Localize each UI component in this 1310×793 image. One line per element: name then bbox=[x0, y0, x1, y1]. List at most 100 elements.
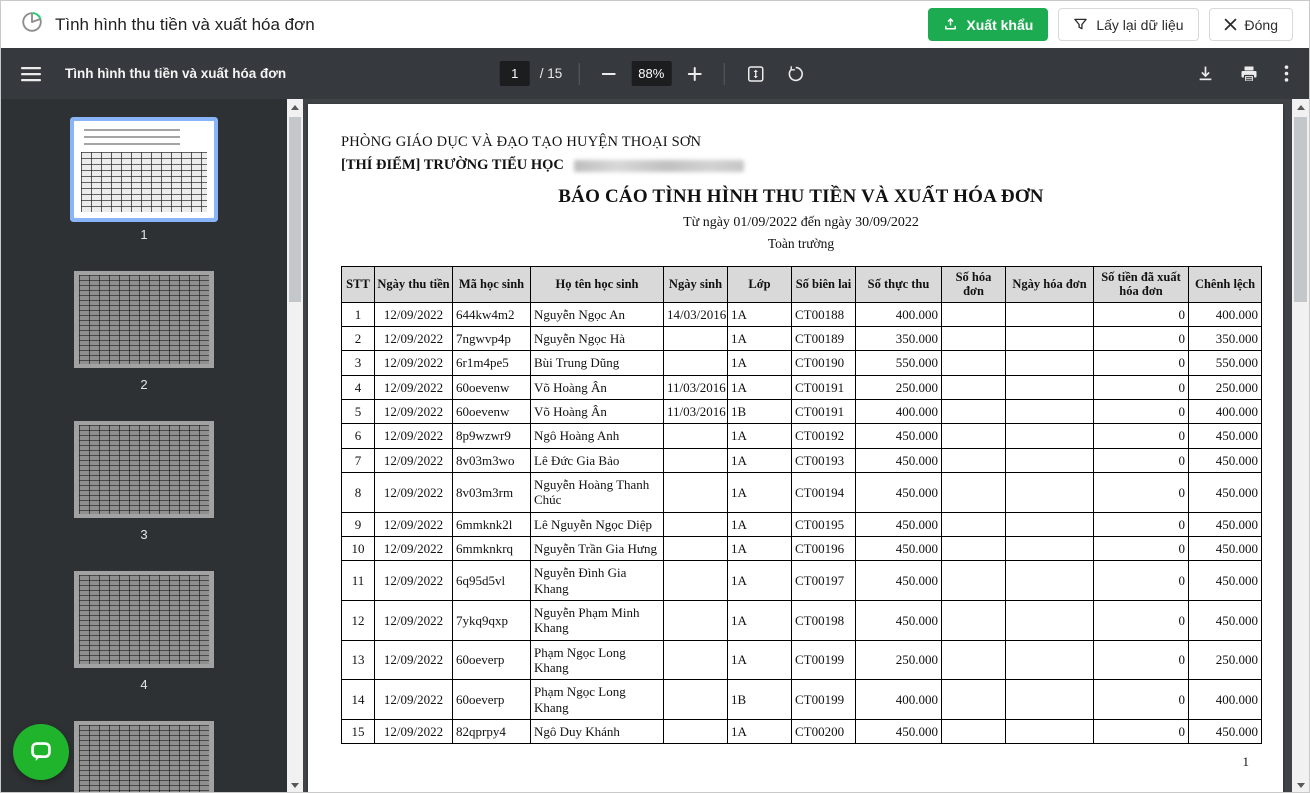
page-thumbnail[interactable] bbox=[74, 421, 214, 518]
table-cell: 250.000 bbox=[855, 639, 942, 681]
table-cell bbox=[663, 447, 728, 474]
column-header: Lớp bbox=[727, 266, 792, 303]
table-cell: Nguyễn Ngọc An bbox=[530, 301, 664, 328]
table-cell: 0 bbox=[1093, 326, 1189, 352]
table-cell: CT00190 bbox=[791, 350, 856, 376]
table-cell: 400.000 bbox=[1188, 301, 1262, 328]
app-header: Tình hình thu tiền và xuất hóa đơn Xuất … bbox=[1, 1, 1309, 48]
table-cell: Nguyễn Đình Gia Khang bbox=[530, 560, 664, 602]
table-cell: 12/09/2022 bbox=[374, 560, 453, 602]
pdf-viewport: PHÒNG GIÁO DỤC VÀ ĐẠO TẠO HUYỆN THOẠI SƠ… bbox=[303, 99, 1309, 792]
table-cell bbox=[1005, 399, 1094, 425]
page-thumbnail[interactable] bbox=[74, 271, 214, 368]
report-table-body: 1 12/09/2022 644kw4m2 Nguyễn Ngọc An 14/03/2… bbox=[341, 301, 1262, 745]
thumbnail-list: 1 2 3 4 5 bbox=[1, 99, 287, 792]
table-cell bbox=[941, 536, 1006, 562]
table-cell: 450.000 bbox=[855, 560, 942, 602]
table-cell: 450.000 bbox=[855, 511, 942, 538]
print-icon[interactable] bbox=[1234, 59, 1264, 89]
org-line-2: [THÍ ĐIỂM] TRƯỜNG TIỂU HỌC bbox=[341, 157, 1261, 174]
table-cell: 12/09/2022 bbox=[374, 374, 453, 401]
table-cell: CT00198 bbox=[791, 600, 856, 641]
table-cell: 450.000 bbox=[1188, 447, 1262, 474]
pie-chart-icon bbox=[21, 11, 43, 38]
table-cell bbox=[941, 679, 1006, 720]
table-cell: CT00200 bbox=[791, 718, 856, 745]
thumbnail-item: 2 bbox=[74, 271, 214, 392]
table-cell: 350.000 bbox=[1188, 326, 1262, 352]
table-cell bbox=[1005, 511, 1094, 538]
kebab-menu-icon[interactable] bbox=[1278, 59, 1295, 88]
chat-widget-button[interactable] bbox=[13, 724, 69, 780]
table-cell: 450.000 bbox=[855, 600, 942, 641]
table-cell: 8v03m3wo bbox=[452, 447, 531, 474]
table-cell: 1B bbox=[727, 399, 792, 425]
table-cell: 0 bbox=[1093, 718, 1189, 745]
table-cell: Nguyễn Trần Gia Hưng bbox=[530, 536, 664, 562]
table-cell bbox=[941, 511, 1006, 538]
table-cell: Nguyễn Ngọc Hà bbox=[530, 326, 664, 352]
table-cell: 450.000 bbox=[855, 718, 942, 745]
hamburger-menu-icon[interactable] bbox=[15, 60, 47, 88]
page-number-input[interactable] bbox=[499, 61, 530, 86]
viewer-scrollbar[interactable] bbox=[1292, 99, 1309, 792]
page-thumbnail[interactable] bbox=[74, 571, 214, 668]
page-title: Tình hình thu tiền và xuất hóa đơn bbox=[55, 14, 315, 34]
zoom-in-button[interactable] bbox=[681, 61, 707, 87]
table-cell: 8p9wzwr9 bbox=[452, 423, 531, 449]
table-row: 10 12/09/2022 6mmknkrq Nguyễn Trần Gia Hưng… bbox=[341, 536, 1262, 562]
table-cell: CT00188 bbox=[791, 301, 856, 328]
scroll-up-arrow[interactable] bbox=[287, 99, 303, 116]
table-cell bbox=[1005, 350, 1094, 376]
page-thumbnail[interactable] bbox=[74, 121, 214, 218]
scroll-up-arrow[interactable] bbox=[1292, 99, 1309, 116]
close-button[interactable]: Đóng bbox=[1208, 8, 1293, 41]
export-button-label: Xuất khẩu bbox=[966, 16, 1034, 33]
viewer-scrollbar-thumb[interactable] bbox=[1294, 117, 1307, 302]
download-icon[interactable] bbox=[1191, 59, 1220, 88]
table-cell: 1A bbox=[727, 301, 792, 328]
thumbnail-page-number: 1 bbox=[140, 227, 148, 242]
table-cell bbox=[1005, 560, 1094, 602]
column-header: STT bbox=[341, 266, 375, 303]
scroll-down-arrow[interactable] bbox=[287, 777, 303, 792]
table-cell bbox=[1005, 472, 1094, 513]
table-cell: 8 bbox=[341, 472, 375, 513]
sidebar-scrollbar-thumb[interactable] bbox=[289, 117, 301, 302]
page-thumbnail[interactable] bbox=[74, 721, 214, 792]
export-icon bbox=[943, 17, 958, 32]
table-cell: 5 bbox=[341, 399, 375, 425]
table-cell bbox=[941, 350, 1006, 376]
table-cell: 1A bbox=[727, 536, 792, 562]
table-row: 9 12/09/2022 6mmknk2l Lê Nguyễn Ngọc Diệp 1A… bbox=[341, 511, 1262, 538]
table-cell: 60oeverp bbox=[452, 639, 531, 681]
table-cell: 450.000 bbox=[855, 472, 942, 513]
table-cell: 12/09/2022 bbox=[374, 639, 453, 681]
zoom-out-button[interactable] bbox=[595, 61, 621, 87]
column-header: Chênh lệch bbox=[1188, 266, 1262, 303]
table-cell: 12/09/2022 bbox=[374, 350, 453, 376]
sidebar-scrollbar[interactable] bbox=[287, 99, 303, 792]
table-cell: 250.000 bbox=[1188, 639, 1262, 681]
zoom-level[interactable]: 88% bbox=[631, 61, 672, 86]
table-row: 15 12/09/2022 82qprpy4 Ngô Duy Khánh 1A CT002… bbox=[341, 718, 1262, 745]
table-cell: 450.000 bbox=[1188, 511, 1262, 538]
column-header: Ngày sinh bbox=[663, 266, 728, 303]
table-cell: CT00191 bbox=[791, 374, 856, 401]
reload-data-button[interactable]: Lấy lại dữ liệu bbox=[1058, 8, 1199, 41]
table-cell: CT00199 bbox=[791, 679, 856, 720]
report-table: STT Ngày thu tiền Mã học sinh Họ tên học si… bbox=[341, 266, 1262, 745]
table-cell: 13 bbox=[341, 639, 375, 681]
scroll-down-arrow[interactable] bbox=[1292, 777, 1309, 792]
table-row: 14 12/09/2022 60oeverp Phạm Ngọc Long Khang… bbox=[341, 679, 1262, 720]
table-cell: 0 bbox=[1093, 447, 1189, 474]
fit-page-icon[interactable] bbox=[740, 59, 770, 89]
column-header: Ngày thu tiền bbox=[374, 266, 453, 303]
rotate-icon[interactable] bbox=[780, 59, 810, 89]
table-cell: 7ykq9qxp bbox=[452, 600, 531, 641]
report-date-range: Từ ngày 01/09/2022 đến ngày 30/09/2022 bbox=[683, 215, 919, 230]
table-cell bbox=[941, 447, 1006, 474]
table-cell: 1A bbox=[727, 350, 792, 376]
table-cell: 0 bbox=[1093, 639, 1189, 681]
export-button[interactable]: Xuất khẩu bbox=[928, 8, 1049, 41]
